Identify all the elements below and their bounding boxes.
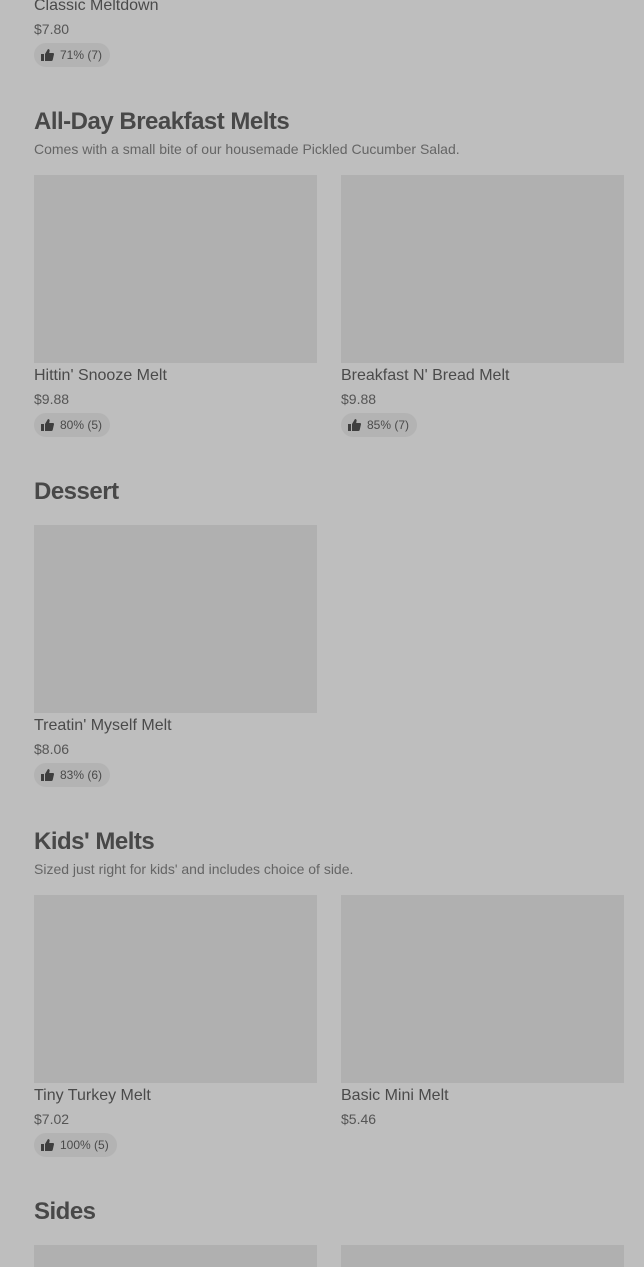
item-name[interactable]: Basic Mini Melt <box>341 1086 449 1106</box>
item-image[interactable] <box>34 895 317 1083</box>
section-title-breakfast: All-Day Breakfast Melts <box>34 108 290 135</box>
rating-badge: 100% (5) <box>34 1133 117 1157</box>
section-title-sides: Sides <box>34 1198 96 1225</box>
rating-text: 85% (7) <box>367 418 410 432</box>
item-image[interactable] <box>34 525 317 713</box>
thumbs-up-icon <box>41 769 54 781</box>
item-image[interactable] <box>34 1245 317 1267</box>
item-image[interactable] <box>341 175 624 363</box>
item-price: $5.46 <box>341 1111 377 1127</box>
rating-badge: 80% (5) <box>34 413 111 437</box>
item-image[interactable] <box>341 1245 624 1267</box>
item-image[interactable] <box>34 175 317 363</box>
rating-badge: 83% (6) <box>34 763 111 787</box>
item-image[interactable] <box>341 895 624 1083</box>
thumbs-up-icon <box>41 419 54 431</box>
thumbs-up-icon <box>348 419 361 431</box>
item-price: $7.80 <box>34 21 70 37</box>
rating-text: 71% (7) <box>60 48 103 62</box>
rating-text: 100% (5) <box>60 1138 109 1152</box>
thumbs-up-icon <box>41 1139 54 1151</box>
rating-text: 83% (6) <box>60 768 103 782</box>
rating-badge: 71% (7) <box>34 43 111 67</box>
item-price: $8.06 <box>34 741 70 757</box>
item-name[interactable]: Hittin' Snooze Melt <box>34 366 167 386</box>
item-name[interactable]: Tiny Turkey Melt <box>34 1086 151 1106</box>
item-name[interactable]: Breakfast N' Bread Melt <box>341 366 509 386</box>
section-title-kids: Kids' Melts <box>34 828 155 855</box>
item-price: $9.88 <box>34 391 70 407</box>
section-subtitle-kids: Sized just right for kids' and includes … <box>34 861 354 877</box>
item-price: $9.88 <box>341 391 377 407</box>
thumbs-up-icon <box>41 49 54 61</box>
rating-badge: 85% (7) <box>341 413 418 437</box>
item-name[interactable]: Classic Meltdown <box>34 0 158 16</box>
rating-text: 80% (5) <box>60 418 103 432</box>
item-name[interactable]: Treatin' Myself Melt <box>34 716 172 736</box>
section-subtitle-breakfast: Comes with a small bite of our housemade… <box>34 141 460 157</box>
section-title-dessert: Dessert <box>34 478 119 505</box>
item-price: $7.02 <box>34 1111 70 1127</box>
